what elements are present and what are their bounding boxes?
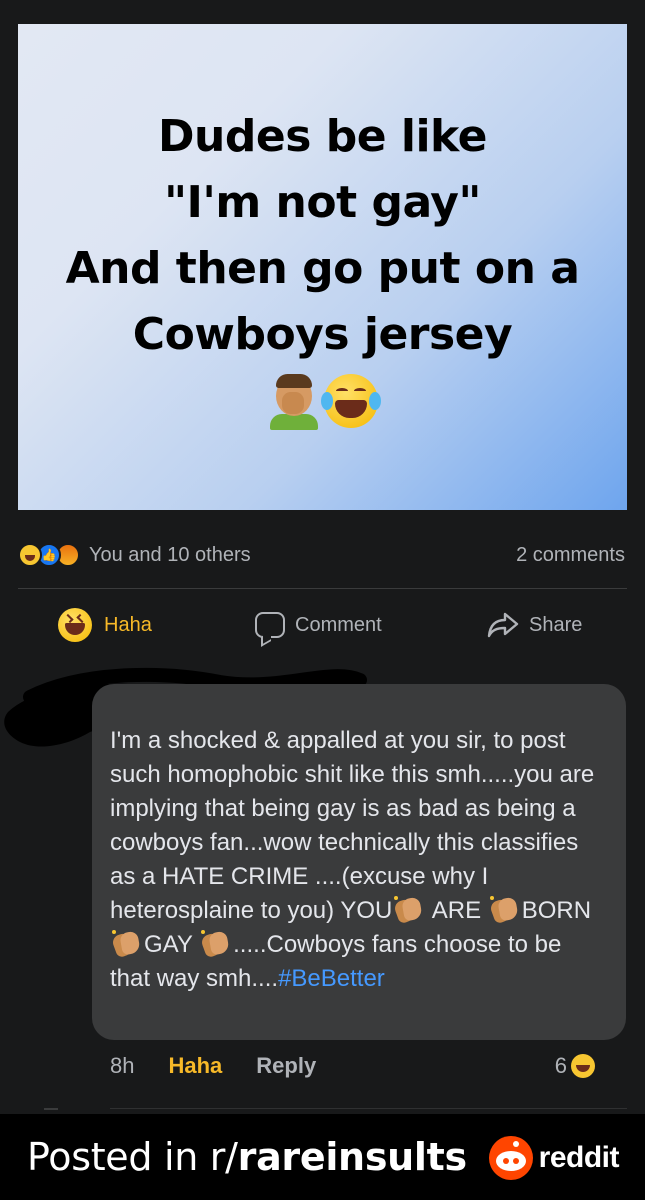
divider xyxy=(18,588,627,589)
clapping-hands-icon xyxy=(110,930,142,959)
reactions-summary-row: 👍 You and 10 others 2 comments xyxy=(18,538,625,572)
haha-reaction-icon xyxy=(571,1054,595,1078)
clapping-hands-icon xyxy=(199,930,231,959)
comment-meta-row: 8h Haha Reply xyxy=(110,1046,316,1086)
haha-button[interactable]: Haha xyxy=(58,608,152,642)
hashtag-link[interactable]: #BeBetter xyxy=(278,965,385,992)
share-icon xyxy=(487,612,519,638)
comment-reaction-count[interactable]: 6 xyxy=(555,1046,595,1086)
comment-reaction-count-value: 6 xyxy=(554,1053,567,1078)
comment-text-part: GAY xyxy=(144,931,200,958)
reaction-icons[interactable]: 👍 xyxy=(18,543,80,567)
comment-button[interactable]: Comment xyxy=(255,612,382,638)
facepalm-emoji-icon xyxy=(268,374,320,430)
meme-line-1: Dudes be like xyxy=(158,111,487,162)
share-button[interactable]: Share xyxy=(487,611,582,639)
clapping-hands-icon xyxy=(393,896,424,925)
laughing-crying-emoji-icon xyxy=(320,374,381,428)
snoo-icon xyxy=(488,1136,533,1180)
comments-count-link[interactable]: 2 comments xyxy=(516,544,625,567)
post-actions-bar: Haha Comment Share xyxy=(0,600,645,650)
comment-haha-button[interactable]: Haha xyxy=(168,1053,222,1079)
reddit-footer-banner: Posted in r/rareinsults reddit xyxy=(0,1114,645,1200)
comment-text-part: ARE xyxy=(426,897,488,924)
comment-text-part: I'm a shocked & appalled at you sir, to … xyxy=(110,727,595,924)
meme-line-3: And then go put on a xyxy=(65,243,580,294)
post-image[interactable]: Dudes be like "I'm not gay" And then go … xyxy=(18,24,627,510)
meme-line-2: "I'm not gay" xyxy=(164,177,481,228)
comment-button-label: Comment xyxy=(295,613,382,636)
posted-in-prefix: Posted in r/ xyxy=(27,1135,238,1179)
haha-icon xyxy=(58,608,92,642)
subreddit-name[interactable]: rareinsults xyxy=(238,1135,467,1179)
comment-bubble[interactable]: I'm a shocked & appalled at you sir, to … xyxy=(92,684,626,1040)
divider xyxy=(44,1108,58,1110)
comment-timestamp: 8h xyxy=(110,1053,135,1078)
reddit-wordmark: reddit xyxy=(538,1141,620,1174)
reaction-summary-text[interactable]: You and 10 others xyxy=(89,544,251,567)
haha-reaction-icon xyxy=(18,543,42,567)
comment-text: I'm a shocked & appalled at you sir, to … xyxy=(110,724,608,996)
comment-reply-button[interactable]: Reply xyxy=(256,1053,316,1079)
posted-in-text: Posted in r/rareinsults xyxy=(27,1135,467,1179)
divider xyxy=(110,1108,627,1109)
share-button-label: Share xyxy=(529,613,583,636)
reddit-logo: reddit xyxy=(488,1136,620,1180)
clapping-hands-icon xyxy=(488,896,520,925)
comment-icon xyxy=(255,612,285,638)
meme-emoji-row xyxy=(268,374,381,430)
meme-line-4: Cowboys jersey xyxy=(132,309,513,360)
haha-button-label: Haha xyxy=(104,613,152,636)
comment-text-part: BORN xyxy=(521,897,592,924)
